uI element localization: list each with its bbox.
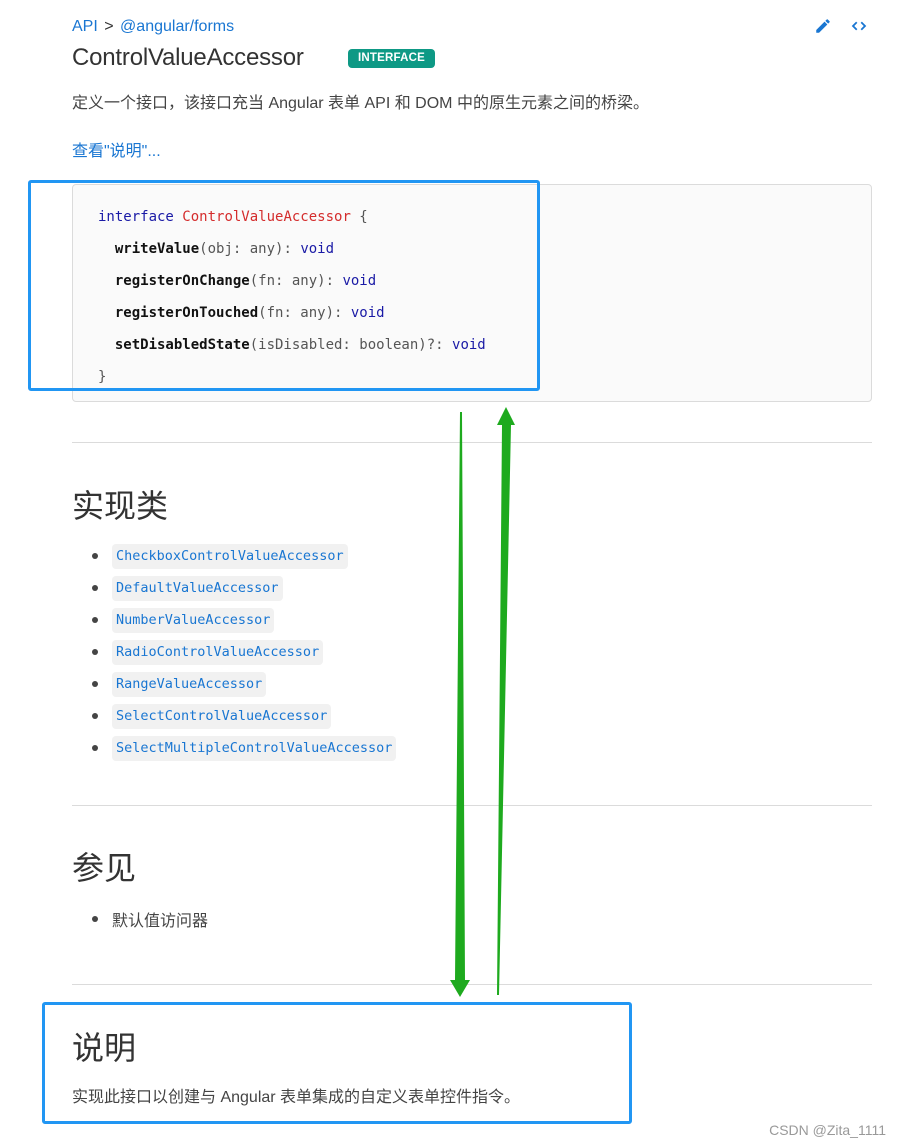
- list-item: CheckboxControlValueAccessor: [92, 540, 396, 572]
- bullet-icon: [92, 649, 98, 655]
- list-item: 默认值访问器: [92, 906, 208, 932]
- method-return: void: [300, 241, 335, 257]
- method-name[interactable]: writeValue: [115, 241, 199, 257]
- pencil-icon[interactable]: [813, 16, 833, 36]
- bullet-icon: [92, 681, 98, 687]
- implementations-list: CheckboxControlValueAccessor DefaultValu…: [92, 540, 397, 764]
- breadcrumb-forms-link[interactable]: @angular/forms: [120, 18, 234, 35]
- watermark: CSDN @Zita_1111: [769, 1122, 886, 1138]
- code-method-line: writeValue(obj: any): void: [98, 237, 486, 269]
- code-open-brace: {: [350, 209, 368, 225]
- see-description-link[interactable]: 查看"说明"...: [72, 141, 161, 163]
- list-item: SelectMultipleControlValueAccessor: [92, 732, 397, 764]
- code-method-line: registerOnTouched(fn: any): void: [98, 301, 486, 333]
- list-item: NumberValueAccessor: [92, 604, 396, 636]
- code-close-line: }: [98, 365, 486, 389]
- implementations-heading: 实现类: [72, 488, 169, 524]
- method-params: (fn: any):: [258, 305, 351, 321]
- explanation-heading: 说明: [72, 1030, 137, 1066]
- code-line-declaration: interface ControlValueAccessor {: [98, 205, 486, 237]
- method-return: void: [452, 337, 486, 353]
- code-method-line: setDisabledState(isDisabled: boolean)?: …: [98, 333, 486, 365]
- breadcrumb-api-link[interactable]: API: [72, 18, 98, 35]
- implementation-link[interactable]: CheckboxControlValueAccessor: [112, 543, 348, 569]
- method-name[interactable]: registerOnChange: [115, 273, 250, 289]
- bullet-icon: [92, 745, 98, 751]
- down-arrow-icon: [450, 412, 470, 997]
- code-brackets-icon[interactable]: [849, 16, 869, 36]
- up-arrow-icon: [497, 407, 515, 995]
- bullet-icon: [92, 553, 98, 559]
- implementation-link[interactable]: RadioControlValueAccessor: [112, 639, 324, 665]
- method-return: void: [350, 305, 385, 321]
- implementation-link[interactable]: SelectMultipleControlValueAccessor: [112, 735, 397, 761]
- list-item: DefaultValueAccessor: [92, 572, 396, 604]
- list-item: RangeValueAccessor: [92, 668, 396, 700]
- implementation-link[interactable]: SelectControlValueAccessor: [112, 703, 332, 729]
- code-close-brace: }: [98, 369, 107, 385]
- bullet-icon: [92, 585, 98, 591]
- page-actions: [813, 16, 869, 36]
- method-name[interactable]: registerOnTouched: [115, 305, 258, 321]
- implementation-link[interactable]: NumberValueAccessor: [112, 607, 275, 633]
- bullet-icon: [92, 713, 98, 719]
- explanation-text: 实现此接口以创建与 Angular 表单集成的自定义表单控件指令。: [72, 1089, 521, 1106]
- see-also-list: 默认值访问器: [92, 906, 208, 932]
- interface-code-block: interface ControlValueAccessor { writeVa…: [72, 184, 872, 402]
- method-params: (obj: any):: [199, 241, 301, 257]
- bullet-icon: [92, 617, 98, 623]
- breadcrumb-separator: >: [104, 18, 114, 35]
- implementation-link[interactable]: DefaultValueAccessor: [112, 575, 283, 601]
- page-description: 定义一个接口，该接口充当 Angular 表单 API 和 DOM 中的原生元素…: [72, 95, 649, 112]
- breadcrumb: API > @angular/forms: [72, 17, 234, 37]
- code-keyword: interface: [98, 209, 174, 225]
- implementation-link[interactable]: RangeValueAccessor: [112, 671, 267, 697]
- method-return: void: [342, 273, 377, 289]
- section-divider: [72, 805, 872, 806]
- see-also-link[interactable]: 默认值访问器: [112, 907, 208, 931]
- code-type-name: ControlValueAccessor: [182, 209, 351, 225]
- list-item: RadioControlValueAccessor: [92, 636, 396, 668]
- method-name[interactable]: setDisabledState: [115, 337, 250, 353]
- method-params: (fn: any):: [249, 273, 343, 289]
- section-divider: [72, 442, 872, 443]
- method-params: (isDisabled: boolean)?:: [249, 337, 453, 353]
- code-method-line: registerOnChange(fn: any): void: [98, 269, 486, 301]
- bullet-icon: [92, 916, 98, 922]
- see-also-heading: 参见: [72, 850, 137, 886]
- section-divider: [72, 984, 872, 985]
- page-title: ControlValueAccessor: [72, 44, 304, 71]
- interface-badge: INTERFACE: [348, 49, 435, 68]
- list-item: SelectControlValueAccessor: [92, 700, 396, 732]
